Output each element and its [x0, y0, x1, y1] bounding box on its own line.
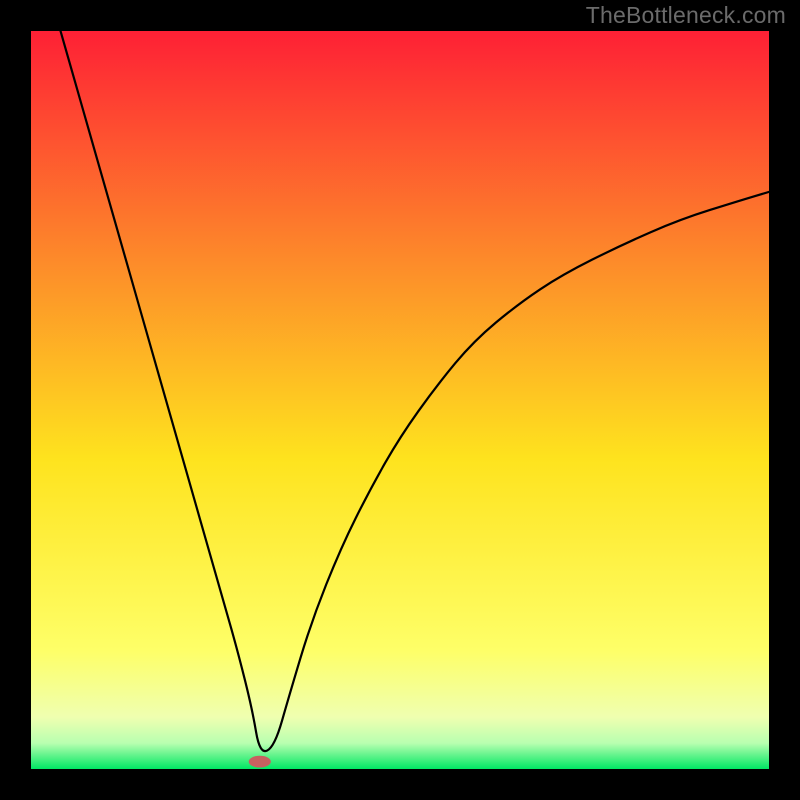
- gradient-background: [31, 31, 769, 769]
- optimal-point-marker: [249, 756, 271, 768]
- chart-frame: TheBottleneck.com: [0, 0, 800, 800]
- plot-svg: [31, 31, 769, 769]
- watermark-text: TheBottleneck.com: [586, 2, 786, 29]
- plot-area: [31, 31, 769, 769]
